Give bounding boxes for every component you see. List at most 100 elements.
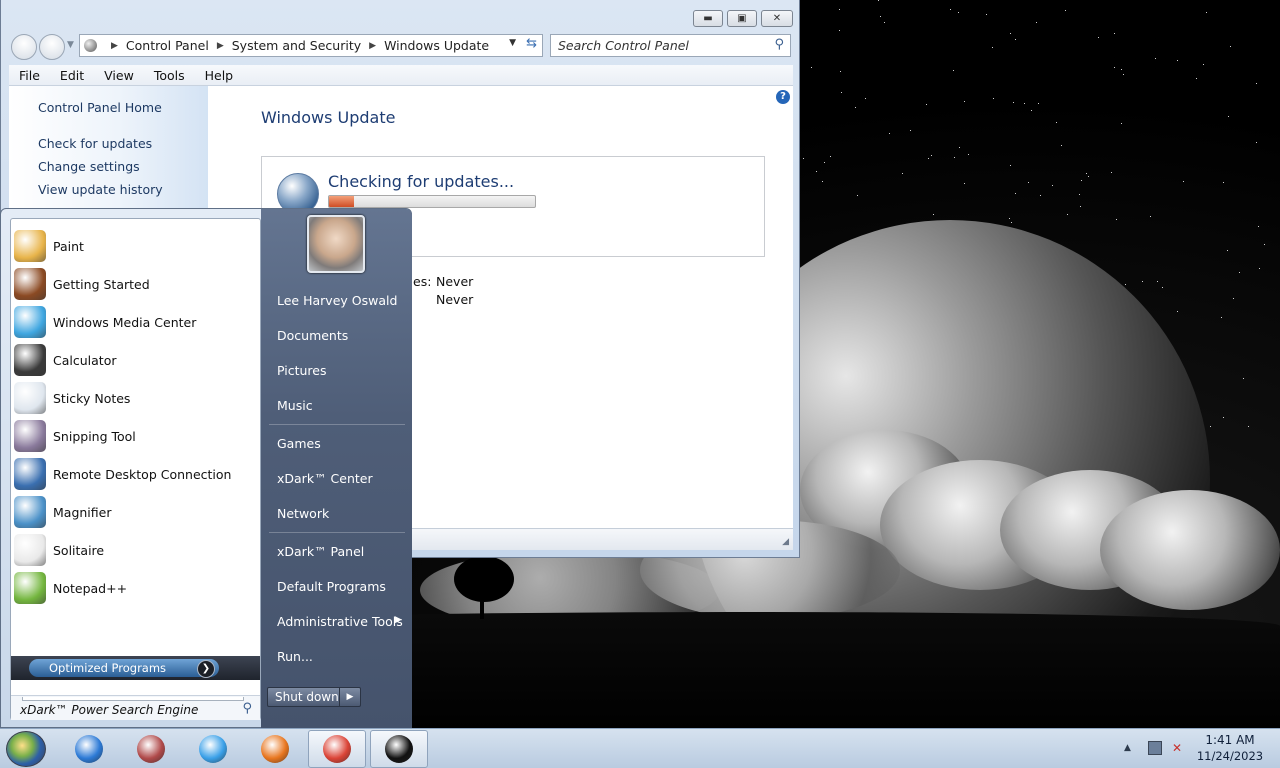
program-item[interactable]: Snipping Tool — [11, 417, 260, 455]
search-icon[interactable]: ⚲ — [242, 701, 252, 716]
star — [1177, 60, 1178, 61]
menu-tools[interactable]: Tools — [144, 68, 195, 83]
taskbar-app-button[interactable] — [184, 730, 242, 768]
sidebar-link-check-updates[interactable]: Check for updates — [38, 136, 152, 151]
chevron-right-icon[interactable]: ▶ — [340, 692, 360, 702]
show-hidden-icons-icon[interactable]: ▲ — [1124, 743, 1131, 753]
programs-list: Paint Getting Started Windows Media Center… — [10, 218, 261, 720]
close-button[interactable]: ✕ — [761, 10, 793, 27]
network-icon[interactable] — [1148, 741, 1162, 755]
sidebar-link-change-settings[interactable]: Change settings — [38, 159, 140, 174]
program-item[interactable]: Sticky Notes — [11, 379, 260, 417]
breadcrumb-windows-update[interactable]: Windows Update — [384, 38, 489, 53]
taskbar-app-button[interactable] — [60, 730, 118, 768]
program-item[interactable]: Magnifier — [11, 493, 260, 531]
back-button[interactable] — [11, 34, 37, 60]
star — [964, 183, 965, 184]
volume-muted-icon[interactable]: ✕ — [1172, 741, 1188, 755]
minimize-button[interactable]: ▬ — [693, 10, 723, 27]
star — [1111, 172, 1112, 173]
sidebar-link-update-history[interactable]: View update history — [38, 182, 163, 197]
getting-started-icon — [14, 268, 46, 300]
place-default-programs[interactable]: Default Programs — [277, 579, 386, 594]
address-bar[interactable]: ▶ Control Panel ▶ System and Security ▶ … — [79, 34, 543, 57]
shutdown-button[interactable]: Shut down ▶ — [267, 687, 361, 707]
refresh-icon[interactable]: ⇆ — [526, 36, 537, 51]
breadcrumb-control-panel[interactable]: Control Panel — [126, 38, 209, 53]
program-item[interactable]: Calculator — [11, 341, 260, 379]
search-input[interactable]: Search Control Panel ⚲ — [550, 34, 791, 57]
maximize-button[interactable]: ▣ — [727, 10, 757, 27]
menu-help[interactable]: Help — [195, 68, 244, 83]
taskbar-app-button[interactable] — [246, 730, 304, 768]
chevron-right-icon[interactable]: ❯ — [197, 660, 215, 678]
star — [1142, 281, 1143, 282]
place-administrative-tools[interactable]: Administrative Tools — [277, 614, 403, 629]
star — [1264, 244, 1265, 245]
star — [1116, 219, 1117, 220]
snipping-tool-icon — [14, 420, 46, 452]
start-search-placeholder: xDark™ Power Search Engine — [20, 703, 199, 717]
star — [1013, 102, 1014, 103]
star — [865, 98, 866, 99]
search-icon[interactable]: ⚲ — [774, 37, 784, 52]
start-button[interactable] — [6, 731, 46, 767]
clock-time: 1:41 AM — [1205, 733, 1255, 747]
resize-grip-icon[interactable]: ◢ — [782, 537, 789, 547]
place-pictures[interactable]: Pictures — [277, 363, 327, 378]
address-dropdown-icon[interactable]: ▼ — [509, 38, 516, 48]
cloud — [1100, 490, 1280, 610]
divider — [269, 424, 405, 425]
program-item[interactable]: Windows Media Center — [11, 303, 260, 341]
start-search-box[interactable]: xDark™ Power Search Engine ⚲ — [11, 695, 260, 720]
place-xdark-center[interactable]: xDark™ Center — [277, 471, 373, 486]
menu-edit[interactable]: Edit — [50, 68, 94, 83]
paint-icon — [14, 230, 46, 262]
optimized-programs-button[interactable]: Optimized Programs — [29, 659, 219, 677]
firefox-icon — [261, 735, 289, 763]
calculator-icon — [14, 344, 46, 376]
forward-button[interactable] — [39, 34, 65, 60]
sidebar-link-control-panel-home[interactable]: Control Panel Home — [38, 100, 162, 115]
breadcrumb-system-security[interactable]: System and Security — [232, 38, 361, 53]
place-music[interactable]: Music — [277, 398, 313, 413]
start-search-input[interactable] — [22, 697, 244, 701]
optimized-programs-bar[interactable]: Optimized Programs ❯ — [11, 656, 260, 680]
place-network[interactable]: Network — [277, 506, 329, 521]
shutdown-label[interactable]: Shut down — [268, 688, 340, 706]
star — [1256, 83, 1257, 84]
place-documents[interactable]: Documents — [277, 328, 348, 343]
xdark-app-icon — [385, 735, 413, 763]
magnifier-icon — [14, 496, 46, 528]
star — [1009, 218, 1010, 219]
star — [1036, 22, 1037, 23]
place-run[interactable]: Run... — [277, 649, 313, 664]
place-user-name[interactable]: Lee Harvey Oswald — [277, 293, 397, 308]
star — [986, 14, 987, 15]
program-item[interactable]: Notepad++ — [11, 569, 260, 607]
taskbar-app-button[interactable] — [370, 730, 428, 768]
program-item[interactable]: Paint — [11, 227, 260, 265]
menu-file[interactable]: File — [9, 68, 50, 83]
program-item[interactable]: Getting Started — [11, 265, 260, 303]
recent-pages-dropdown[interactable]: ▼ — [67, 40, 74, 50]
tree-trunk — [480, 585, 484, 619]
search-placeholder: Search Control Panel — [558, 38, 689, 53]
program-item[interactable]: Remote Desktop Connection — [11, 455, 260, 493]
star — [884, 22, 885, 23]
place-xdark-panel[interactable]: xDark™ Panel — [277, 544, 364, 559]
notepad-plus-plus-icon — [14, 572, 46, 604]
star — [839, 30, 840, 31]
star — [1228, 116, 1229, 117]
program-item[interactable]: Solitaire — [11, 531, 260, 569]
system-clock[interactable]: 1:41 AM 11/24/2023 — [1190, 732, 1270, 764]
taskbar-app-button[interactable] — [122, 730, 180, 768]
star — [830, 156, 831, 157]
help-icon[interactable]: ? — [776, 90, 790, 104]
user-avatar[interactable] — [307, 215, 365, 273]
star — [1239, 272, 1240, 273]
taskbar-app-button[interactable] — [308, 730, 366, 768]
place-games[interactable]: Games — [277, 436, 321, 451]
itunes-icon — [199, 735, 227, 763]
menu-view[interactable]: View — [94, 68, 144, 83]
